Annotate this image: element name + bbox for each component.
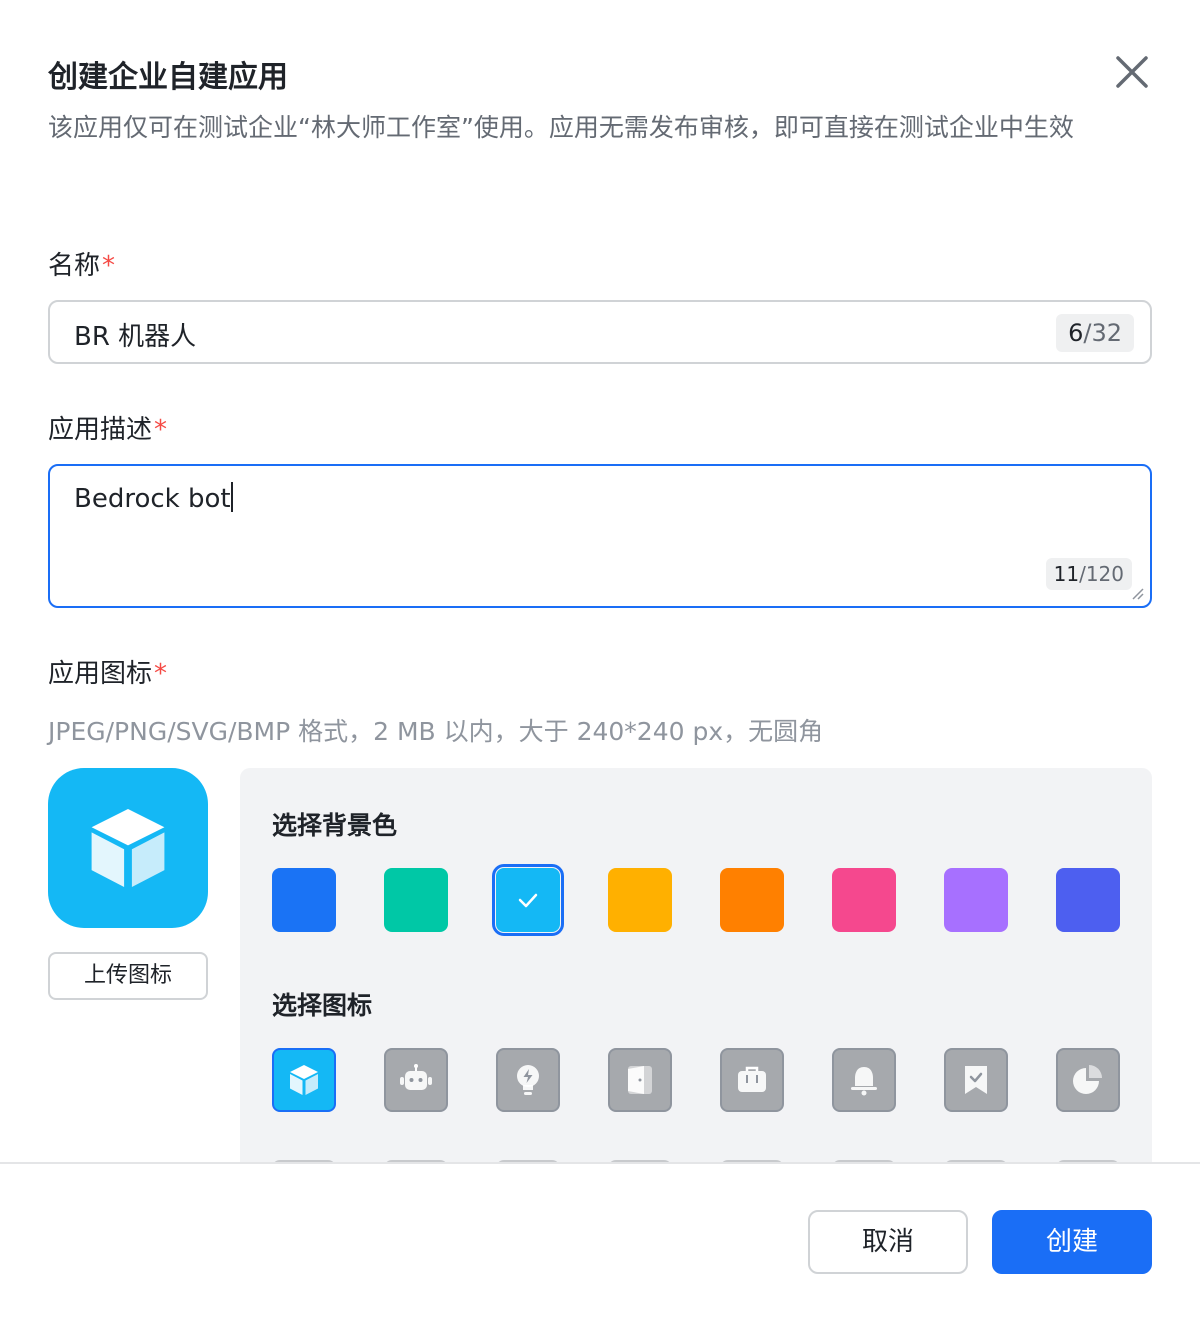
icon-option-bookmark-check[interactable] (944, 1048, 1008, 1112)
resize-handle-icon[interactable] (1130, 586, 1144, 600)
description-label: 应用描述* (48, 415, 168, 445)
icon-option-door[interactable] (608, 1048, 672, 1112)
name-char-counter: 6/32 (1056, 314, 1134, 352)
description-textarea[interactable]: Bedrock bot 11/120 (48, 464, 1152, 608)
required-mark: * (154, 415, 168, 445)
app-icon-preview (48, 768, 208, 928)
cube-icon (290, 1065, 318, 1095)
icon-option-lightbulb[interactable] (496, 1048, 560, 1112)
briefcase-icon (738, 1066, 766, 1092)
upload-icon-button[interactable]: 上传图标 (48, 952, 208, 1000)
icon-option-pie-chart[interactable] (1056, 1048, 1120, 1112)
color-swatch[interactable] (384, 868, 448, 932)
bell-icon (851, 1067, 877, 1096)
icon-option-briefcase[interactable] (720, 1048, 784, 1112)
icon-picker-panel: 选择背景色 选择图标 (240, 768, 1152, 1162)
background-color-heading: 选择背景色 (272, 811, 398, 840)
name-input[interactable]: BR 机器人 6/32 (48, 300, 1152, 364)
color-swatch[interactable] (1056, 868, 1120, 932)
cancel-button[interactable]: 取消 (808, 1210, 968, 1274)
icon-option-cube[interactable] (272, 1048, 336, 1112)
color-swatch[interactable] (720, 868, 784, 932)
text-caret (230, 482, 233, 512)
app-icon-hint: JPEG/PNG/SVG/BMP 格式，2 MB 以内，大于 240*240 p… (48, 717, 824, 746)
icon-option-bell[interactable] (832, 1048, 896, 1112)
icon-option-robot[interactable] (384, 1048, 448, 1112)
close-button[interactable] (1110, 50, 1154, 94)
bookmark-check-icon (965, 1066, 987, 1094)
name-input-value: BR 机器人 (74, 322, 197, 352)
app-icon-label: 应用图标* (48, 659, 168, 689)
check-icon (518, 893, 538, 908)
description-textarea-value: Bedrock bot (74, 482, 233, 514)
color-swatch[interactable] (832, 868, 896, 932)
color-swatch[interactable] (272, 868, 336, 932)
robot-icon (400, 1064, 432, 1090)
door-icon (628, 1066, 652, 1094)
color-swatch[interactable] (608, 868, 672, 932)
cube-icon (91, 809, 165, 887)
lightbulb-icon (517, 1065, 539, 1095)
color-swatch[interactable] (492, 864, 564, 936)
color-swatch[interactable] (944, 868, 1008, 932)
description-char-counter: 11/120 (1045, 558, 1132, 590)
create-button[interactable]: 创建 (992, 1210, 1152, 1274)
close-icon (1116, 56, 1148, 88)
icon-heading: 选择图标 (272, 991, 373, 1020)
dialog-subtitle: 该应用仅可在测试企业“林大师工作室”使用。应用无需发布审核，即可直接在测试企业中… (48, 113, 1074, 142)
footer-divider (0, 1162, 1200, 1164)
required-mark: * (102, 251, 116, 281)
dialog-title: 创建企业自建应用 (48, 60, 288, 95)
name-label: 名称* (48, 251, 116, 281)
pie-chart-icon (1073, 1065, 1102, 1094)
required-mark: * (154, 659, 168, 689)
